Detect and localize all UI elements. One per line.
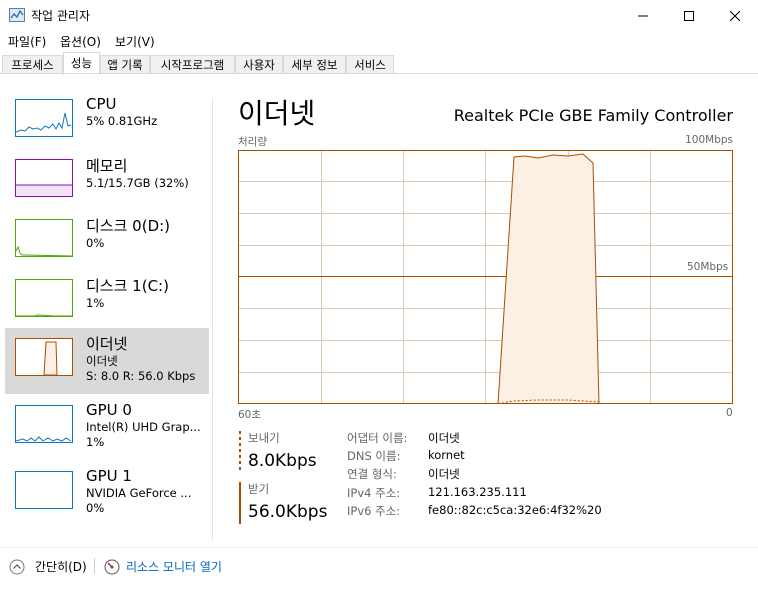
prop-value-ipv4: 121.163.235.111 — [428, 485, 527, 499]
prop-value-dns: kornet — [428, 448, 465, 462]
sidebar-item-detail: 5.1/15.7GB (32%) — [86, 176, 189, 190]
sidebar-item-label: GPU 0 — [86, 401, 132, 419]
chevron-up-icon[interactable] — [9, 559, 25, 575]
graph-mid-label: 50Mbps — [687, 261, 729, 273]
page-title: 이더넷 — [238, 97, 316, 130]
close-button[interactable] — [712, 0, 758, 31]
send-value: 8.0Kbps — [248, 451, 317, 471]
menu-view[interactable]: 보기(V) — [115, 33, 155, 50]
sidebar-item-ethernet[interactable]: 이더넷 이더넷 S: 8.0 R: 56.0 Kbps — [5, 328, 209, 394]
fewer-details-link[interactable]: 간단히(D) — [35, 558, 87, 575]
sidebar-item-detail: NVIDIA GeForce ... — [86, 486, 192, 500]
tab-users[interactable]: 사용자 — [235, 55, 283, 74]
gpu-0-thumbnail — [15, 405, 73, 443]
graph-title: 처리량 — [238, 136, 267, 148]
sidebar-item-cpu[interactable]: CPU 5% 0.81GHz — [5, 95, 209, 162]
title-bar: 작업 관리자 — [0, 0, 758, 31]
sidebar-item-label: 디스크 0(D:) — [86, 217, 171, 235]
menu-file[interactable]: 파일(F) — [8, 33, 46, 50]
maximize-button[interactable] — [666, 0, 712, 31]
sidebar-item-label: CPU — [86, 95, 117, 113]
disk-1-thumbnail — [15, 279, 73, 317]
menu-bar: 파일(F) 옵션(O) 보기(V) — [0, 31, 758, 51]
prop-label-ipv6: IPv6 주소: — [347, 504, 401, 518]
tab-services[interactable]: 서비스 — [346, 55, 394, 74]
sidebar-item-speed: S: 8.0 R: 56.0 Kbps — [86, 369, 196, 383]
footer-divider — [0, 547, 758, 548]
ethernet-thumbnail — [15, 338, 73, 376]
sidebar-divider — [212, 98, 213, 540]
sidebar-item-label: 이더넷 — [86, 335, 128, 353]
graph-time-right: 0 — [726, 407, 733, 419]
sidebar-item-detail: 0% — [86, 236, 105, 250]
prop-label-dns: DNS 이름: — [347, 449, 401, 463]
send-label: 보내기 — [248, 431, 280, 445]
task-manager-icon — [9, 8, 25, 22]
sidebar-item-detail: 5% 0.81GHz — [86, 114, 158, 128]
prop-value-adapter: 이더넷 — [428, 431, 460, 445]
sidebar-item-gpu-0[interactable]: GPU 0 Intel(R) UHD Grap... 1% — [5, 401, 209, 468]
disk-0-thumbnail — [15, 219, 73, 257]
tab-performance[interactable]: 성능 — [63, 52, 100, 75]
prop-value-connection: 이더넷 — [428, 467, 460, 481]
graph-time-left: 60초 — [238, 409, 262, 421]
prop-label-connection: 연결 형식: — [347, 467, 397, 481]
tab-app-history[interactable]: 앱 기록 — [100, 55, 150, 74]
receive-label: 받기 — [248, 482, 270, 496]
tab-processes[interactable]: 프로세스 — [2, 55, 63, 74]
footer-separator — [94, 558, 95, 574]
sidebar-item-detail: Intel(R) UHD Grap... — [86, 420, 201, 434]
receive-indicator — [239, 482, 241, 524]
receive-area — [497, 153, 600, 404]
open-resource-monitor-link[interactable]: 리소스 모니터 열기 — [126, 558, 222, 575]
prop-label-adapter: 어댑터 이름: — [347, 431, 408, 445]
close-icon — [730, 10, 740, 21]
prop-value-ipv6: fe80::82c:c5ca:32e6:4f32%20 — [428, 503, 602, 517]
menu-options[interactable]: 옵션(O) — [60, 33, 101, 50]
adapter-name: Realtek PCIe GBE Family Controller — [453, 106, 733, 125]
graph-max-label: 100Mbps — [685, 134, 733, 146]
sidebar-item-gpu-1[interactable]: GPU 1 NVIDIA GeForce ... 0% — [5, 467, 209, 534]
tab-divider — [0, 73, 758, 74]
memory-thumbnail — [15, 159, 73, 197]
sidebar-item-usage: 1% — [86, 435, 105, 449]
tab-details[interactable]: 세부 정보 — [283, 55, 346, 74]
sidebar-item-detail: 1% — [86, 296, 105, 310]
sidebar-item-detail: 이더넷 — [86, 354, 118, 368]
sidebar-item-memory[interactable]: 메모리 5.1/15.7GB (32%) — [5, 156, 209, 222]
throughput-graph — [238, 150, 733, 404]
receive-value: 56.0Kbps — [248, 502, 328, 522]
minimize-icon — [638, 15, 648, 16]
sidebar-item-disk-0[interactable]: 디스크 0(D:) 0% — [5, 216, 209, 282]
prop-label-ipv4: IPv4 주소: — [347, 486, 401, 500]
send-indicator — [239, 431, 241, 471]
cpu-thumbnail — [15, 99, 73, 137]
minimize-button[interactable] — [620, 0, 666, 31]
sidebar-item-label: GPU 1 — [86, 467, 132, 485]
window-title: 작업 관리자 — [31, 9, 91, 23]
maximize-icon — [684, 10, 694, 21]
sidebar-item-label: 디스크 1(C:) — [86, 277, 169, 295]
sidebar-item-usage: 0% — [86, 501, 105, 515]
resource-monitor-icon — [104, 559, 120, 575]
sidebar-item-label: 메모리 — [86, 157, 128, 175]
gpu-1-thumbnail — [15, 471, 73, 509]
tab-startup[interactable]: 시작프로그램 — [150, 55, 235, 74]
